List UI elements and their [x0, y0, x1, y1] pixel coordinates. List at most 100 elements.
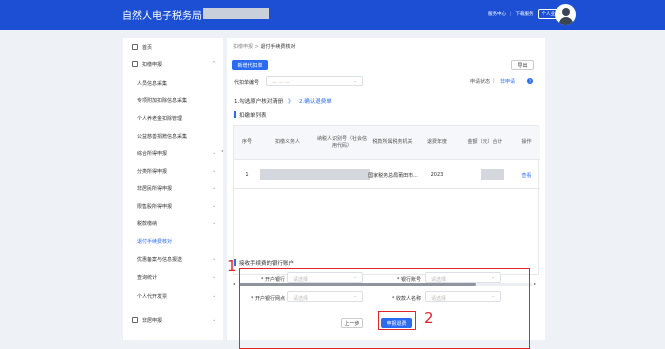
new-withholding-button[interactable]: 新增代扣单: [232, 60, 268, 70]
sidebar-item-query-stats[interactable]: 查询统计 ⌄: [123, 270, 223, 284]
sidebar-item-comprehensive[interactable]: 综合所得申报 ⌄: [123, 146, 223, 160]
chevron-down-icon: ⌄: [491, 275, 495, 280]
sidebar-item-label: 优惠备案与信息报送: [137, 256, 183, 263]
tax-authority-cell: 国家税务总局莆田市...: [368, 172, 418, 179]
column-header: 纳税人识别号（社会信用代码）: [317, 136, 368, 149]
sidebar-item-label: 人员信息采集: [137, 80, 168, 87]
chevron-down-icon: ⌄: [212, 185, 217, 191]
document-icon: [132, 317, 138, 323]
sidebar-item-label: 首页: [142, 44, 153, 51]
redacted-agent-and-tax-id: [260, 169, 370, 180]
payee-name-select[interactable]: 请选择 ⌄: [425, 291, 501, 302]
notice-link[interactable]: 非申请: [500, 78, 515, 85]
bank-name-select[interactable]: 请选择 ⌄: [287, 272, 363, 283]
step-1: 1.勾选原户核对清册: [234, 99, 284, 105]
sidebar-item-label: 非居申报: [142, 317, 163, 324]
separator: |: [510, 11, 512, 17]
scroll-left-icon[interactable]: ◂: [233, 281, 235, 286]
breadcrumb-separator: >: [254, 44, 259, 50]
list-title: 扣缴单列表: [239, 113, 267, 119]
section-marker: [234, 111, 236, 118]
document-icon: [132, 61, 138, 67]
chevron-down-icon: ⌄: [212, 256, 217, 262]
sidebar-item-label: 个人代开发票: [137, 293, 168, 300]
chevron-down-icon: ⌄: [353, 294, 357, 299]
column-header: 序号: [241, 139, 252, 146]
help-icon[interactable]: ?: [527, 78, 533, 84]
sidebar-item-label: 查询统计: [137, 274, 158, 281]
column-header: 退费年度: [426, 139, 447, 146]
sidebar-item-label: 公益慈善捐赠信息采集: [137, 133, 188, 140]
sidebar-item-pension[interactable]: 个人养老金扣除管理: [123, 111, 223, 125]
sidebar-item-invoice[interactable]: 个人代开发票 ⌄: [123, 289, 223, 303]
sidebar-item-withholding[interactable]: 扣缴申报 ^: [123, 57, 223, 71]
chevron-down-icon: ⌄: [212, 293, 217, 299]
column-header: 税款所属税务机关: [372, 139, 413, 146]
service-center-link[interactable]: 服务中心: [488, 11, 506, 17]
chevron-down-icon: ⌄: [212, 168, 217, 174]
select-placeholder: 请选择: [293, 276, 309, 283]
chevron-down-icon: ⌄: [212, 150, 217, 156]
sidebar: 首页 扣缴申报 ^ 人员信息采集 专项附加扣除信息采集 个人养老金扣除管理 公益…: [123, 38, 223, 340]
app-title: 自然人电子税务局: [122, 11, 202, 22]
breadcrumb-parent[interactable]: 扣缴申报: [233, 44, 253, 50]
annotation-label-1: 1: [227, 257, 237, 275]
view-link[interactable]: 查看: [513, 160, 540, 190]
top-header: 自然人电子税务局 服务中心 | 下载服务 个人业务: [0, 0, 665, 30]
breadcrumb-current: 退付手续费核对: [260, 44, 296, 50]
select-placeholder: 请选择: [431, 295, 447, 302]
sidebar-item-label: 退付手续费核对: [137, 238, 173, 245]
table-row[interactable]: 1 国家税务总局莆田市... 2023 查看: [234, 159, 540, 189]
bank-branch-select[interactable]: 请选择 ⌄: [287, 291, 363, 302]
filter-label: 代扣单编号: [234, 80, 260, 86]
status-text: 申请状态: [470, 79, 491, 85]
sidebar-item-label: 扣缴申报: [142, 61, 163, 68]
chevron-down-icon: ⌄: [212, 220, 217, 226]
sidebar-item-donation[interactable]: 公益慈善捐赠信息采集: [123, 129, 223, 143]
sidebar-item-tax-payment[interactable]: 税款缴纳 ⌄: [123, 216, 223, 230]
bank-account-select[interactable]: 请选择 ⌄: [425, 272, 501, 283]
sidebar-item-category[interactable]: 分类所得申报 ⌄: [123, 164, 223, 178]
sidebar-item-special-deduction[interactable]: 专项附加扣除信息采集: [123, 93, 223, 107]
sidebar-collapse-icon[interactable]: ◂: [221, 148, 223, 153]
scroll-right-icon[interactable]: ▸: [534, 281, 536, 286]
sidebar-item-person-info[interactable]: 人员信息采集: [123, 76, 223, 90]
sidebar-item-label: 分类所得申报: [137, 168, 168, 175]
highlight-box-2: [378, 311, 416, 330]
chevron-down-icon: ⌄: [353, 79, 357, 84]
step-2[interactable]: 2.确认退费单: [299, 97, 332, 105]
annotation-label-2: 2: [424, 309, 434, 327]
select-placeholder: 请选择: [431, 276, 447, 283]
bank-section-title: 接收手续费的银行账户: [239, 261, 295, 267]
select-placeholder: — — —: [272, 79, 291, 86]
redacted-amount: [481, 169, 504, 180]
sidebar-item-label: 非居民所得申报: [137, 185, 173, 192]
user-avatar-icon[interactable]: [555, 4, 576, 25]
sidebar-item-preferential[interactable]: 优惠备案与信息报送 ⌄: [123, 252, 223, 266]
payee-name-label: * 收款人名称: [391, 296, 421, 302]
refund-year-cell: 2023: [430, 172, 444, 178]
breadcrumb: 扣缴申报 > 退付手续费核对: [233, 43, 295, 50]
redacted-title-suffix: [203, 8, 269, 19]
sidebar-item-refund-fee-check[interactable]: 退付手续费核对: [123, 234, 223, 248]
download-service-link[interactable]: 下载服务: [516, 11, 534, 17]
sidebar-item-label: 税款缴纳: [137, 220, 158, 227]
sidebar-item-label: 限售股所得申报: [137, 203, 173, 210]
previous-step-button[interactable]: 上一步: [341, 318, 363, 328]
sidebar-item-nonresident-declare[interactable]: 非居申报 ⌄: [123, 313, 223, 327]
row-index: 1: [245, 172, 249, 178]
chevron-down-icon: ⌄: [212, 317, 217, 323]
withholding-number-select[interactable]: — — — ⌄: [266, 76, 363, 86]
main-panel: 扣缴申报 > 退付手续费核对 新增代扣单 导出 代扣单编号 — — — ⌄ 申请…: [227, 38, 545, 349]
home-icon: [132, 44, 138, 50]
bank-account-label: * 银行账号: [396, 277, 421, 283]
sidebar-item-restricted-stock[interactable]: 限售股所得申报 ⌄: [123, 199, 223, 213]
sidebar-item-home[interactable]: 首页: [123, 40, 223, 54]
chevron-up-icon: ^: [212, 61, 217, 67]
sidebar-item-nonresident[interactable]: 非居民所得申报 ⌄: [123, 181, 223, 195]
withholding-table: 序号 扣缴义务人 纳税人识别号（社会信用代码） 税款所属税务机关 退费年度 金额…: [233, 125, 540, 275]
column-header: 操作: [521, 139, 532, 146]
header-links: 服务中心 | 下载服务 个人业务: [488, 9, 564, 19]
export-button[interactable]: 导出: [511, 60, 534, 70]
sidebar-item-label: 综合所得申报: [137, 150, 168, 157]
